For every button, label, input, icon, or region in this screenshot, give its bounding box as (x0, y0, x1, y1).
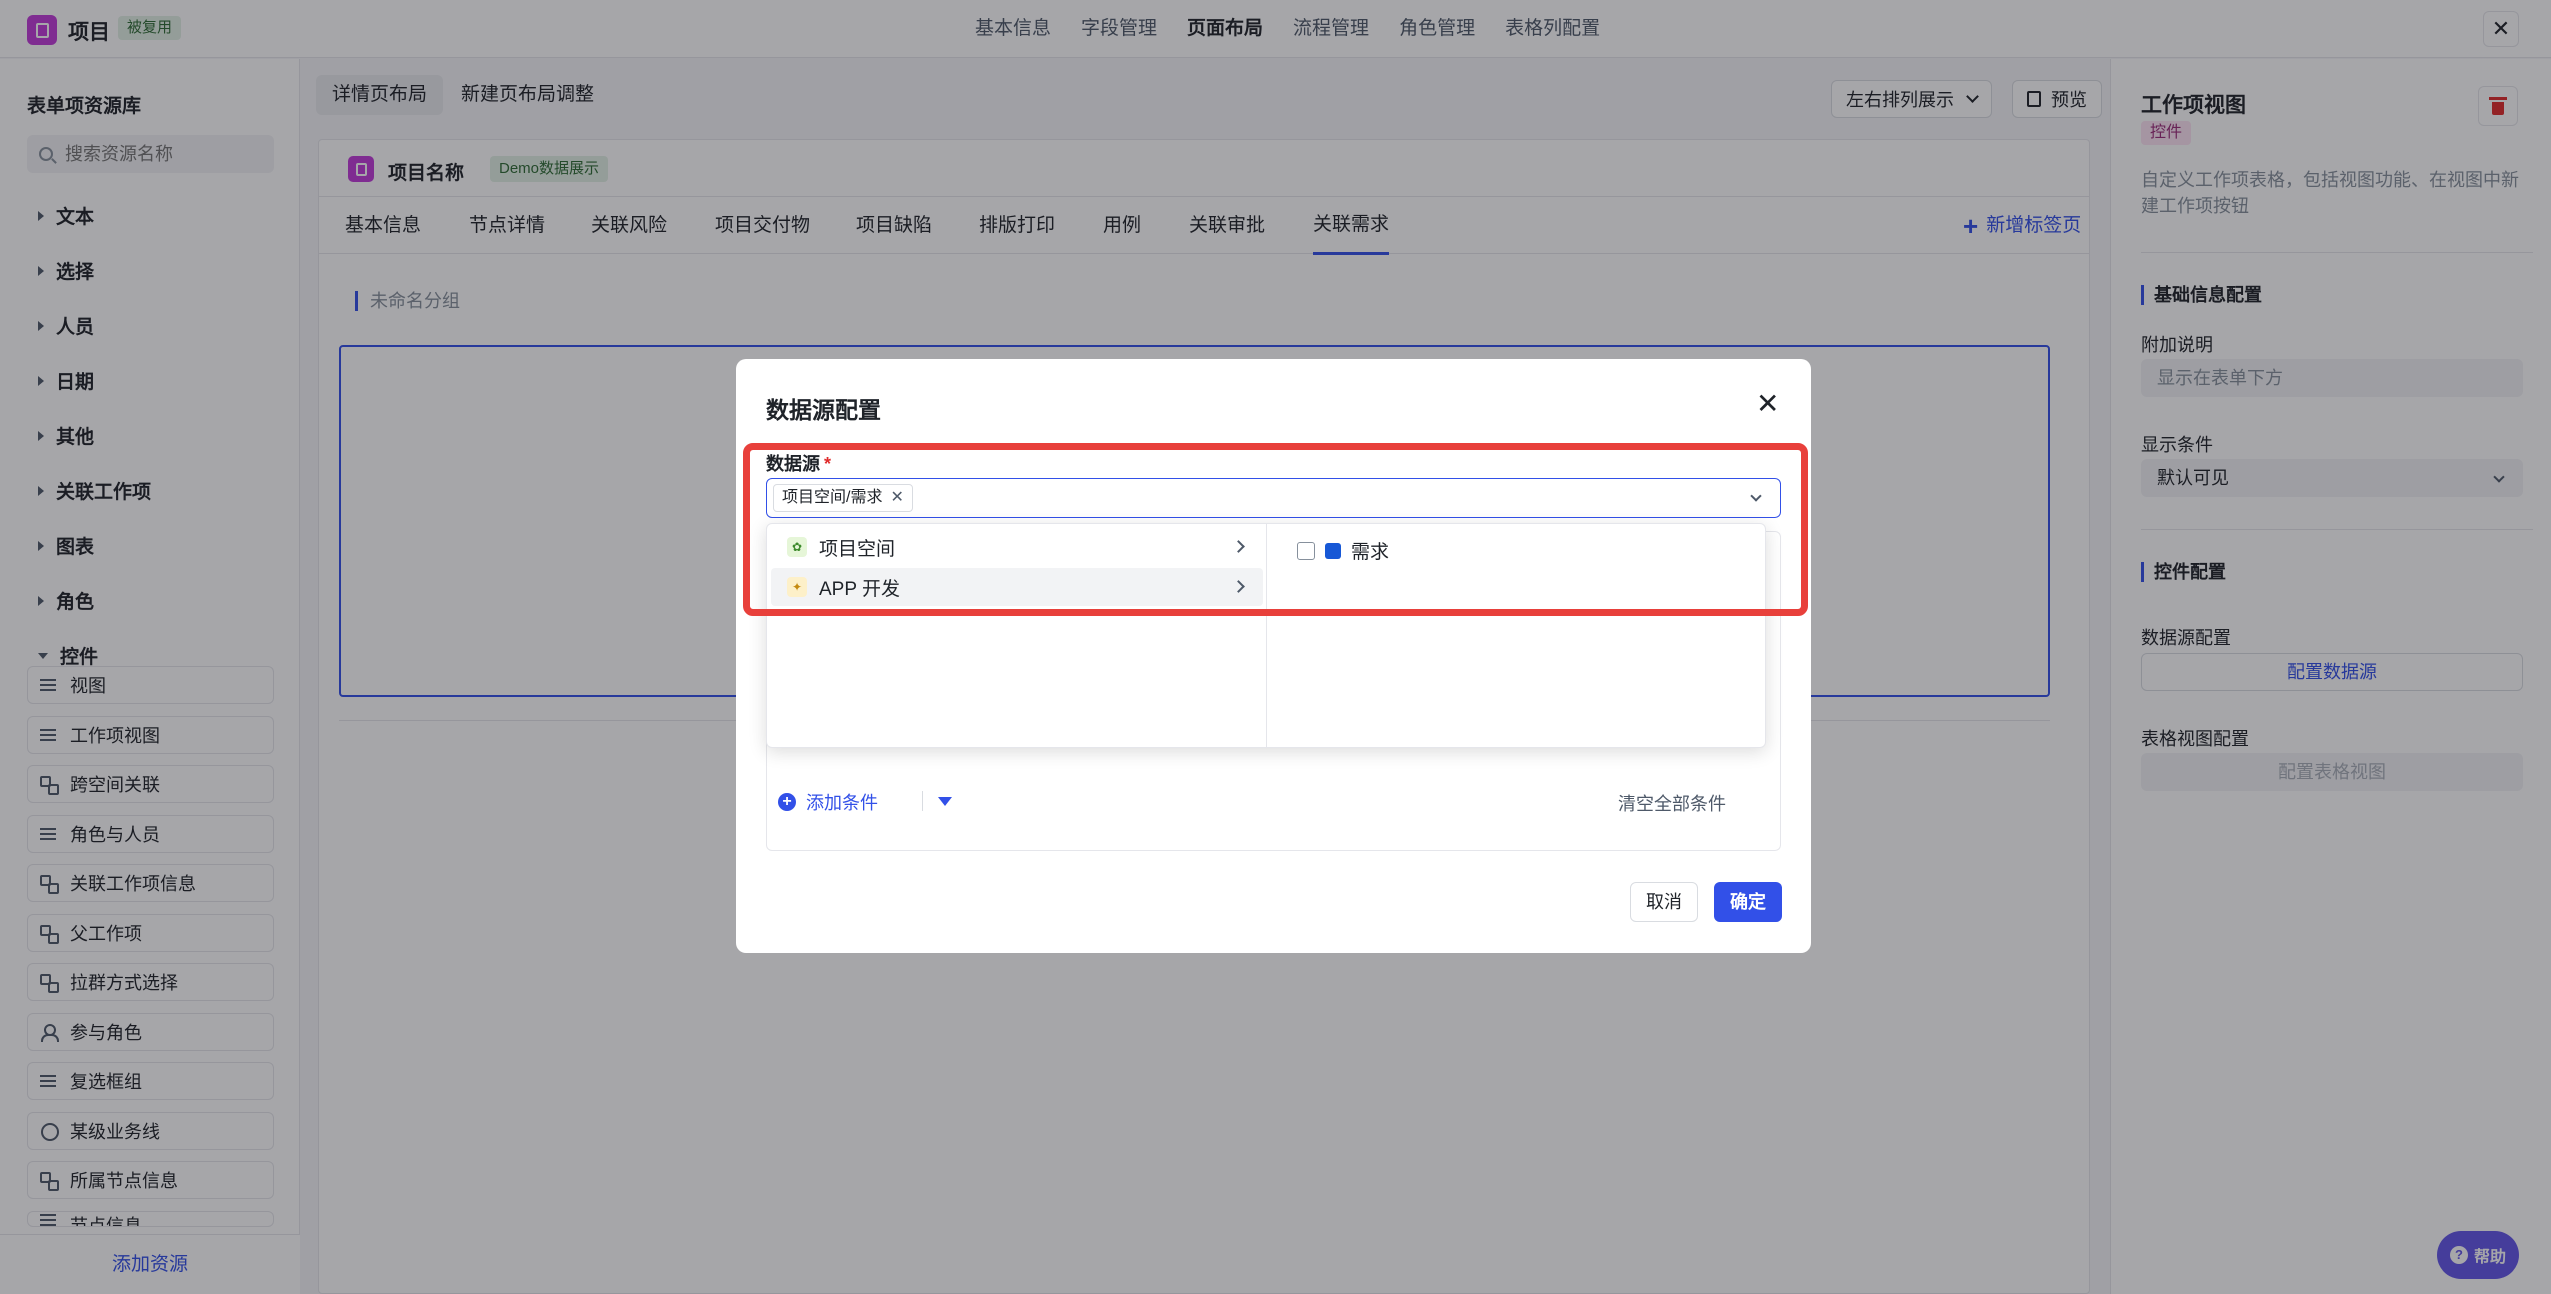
add-condition-label: 添加条件 (806, 793, 878, 813)
caret-down-icon[interactable] (938, 797, 952, 806)
cancel-button[interactable]: 取消 (1630, 882, 1698, 922)
clear-conditions-button[interactable]: 清空全部条件 (1618, 790, 1726, 816)
divider (922, 791, 923, 811)
annotation-highlight (743, 443, 1808, 616)
modal-title: 数据源配置 (766, 397, 881, 423)
add-condition-button[interactable]: + 添加条件 (778, 789, 878, 815)
confirm-button[interactable]: 确定 (1714, 882, 1782, 922)
plus-circle-icon: + (778, 793, 796, 811)
close-icon[interactable]: ✕ (1756, 387, 1779, 420)
